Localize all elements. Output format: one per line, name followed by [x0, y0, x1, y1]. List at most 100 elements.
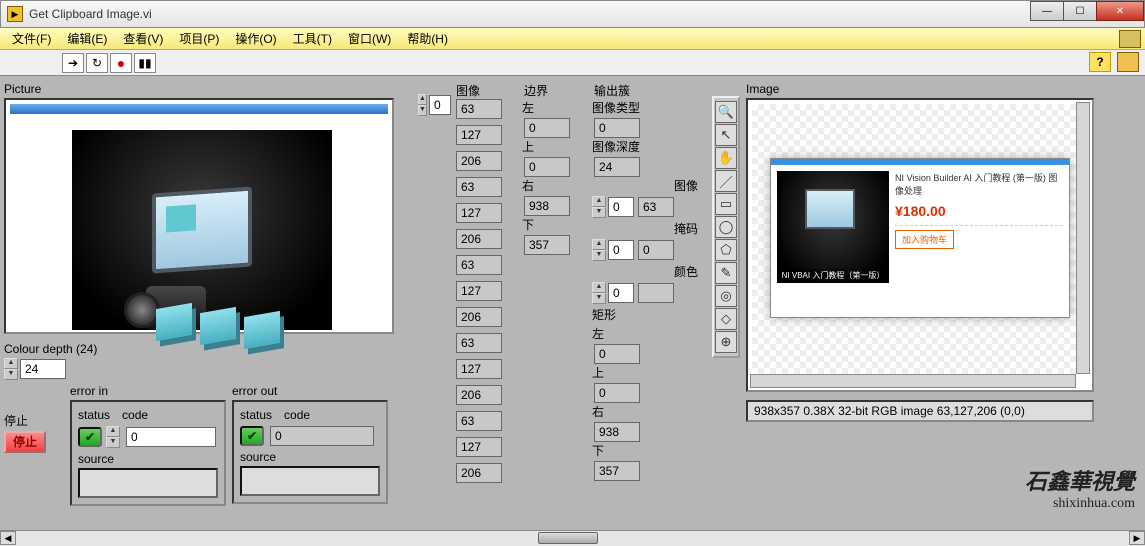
color-label: 颜色	[592, 263, 704, 280]
menu-view[interactable]: 查看(V)	[115, 28, 171, 49]
line-tool-icon[interactable]: ／	[715, 170, 737, 192]
run-button[interactable]: ➔	[62, 53, 84, 73]
zoom-tool-icon[interactable]: 🔍	[715, 101, 737, 123]
menu-tools[interactable]: 工具(T)	[285, 28, 340, 49]
image-sub-value: 63	[638, 197, 674, 217]
menu-help[interactable]: 帮助(H)	[399, 28, 456, 49]
annulus-tool-icon[interactable]: ◎	[715, 285, 737, 307]
color-spinner[interactable]: ▲▼	[592, 282, 606, 304]
window-titlebar: ▶ Get Clipboard Image.vi — ☐ ✕	[0, 0, 1145, 28]
panel-h-scrollbar[interactable]: ◀ ▶	[0, 530, 1145, 546]
pointer-tool-icon[interactable]: ↖	[715, 124, 737, 146]
zoom-fit-tool-icon[interactable]: ⊕	[715, 331, 737, 353]
image-array-item: 127	[456, 281, 502, 301]
status-label: status	[78, 408, 110, 422]
colour-depth-input[interactable]	[20, 359, 66, 379]
image-array-item: 127	[456, 125, 502, 145]
image-sub-spinner[interactable]: ▲▼	[592, 196, 606, 218]
polygon-tool-icon[interactable]: ⬠	[715, 239, 737, 261]
menu-project[interactable]: 项目(P)	[171, 28, 227, 49]
image-type-value: 0	[594, 118, 640, 138]
scroll-right-arrow[interactable]: ▶	[1129, 531, 1145, 545]
menu-edit[interactable]: 编辑(E)	[59, 28, 115, 49]
product-thumb: NI VBAI 入门教程（第一版）	[777, 171, 889, 283]
image-display[interactable]: NI VBAI 入门教程（第一版） NI Vision Builder AI 入…	[746, 98, 1094, 392]
image-array: 6312720663127206631272066312720663127206	[454, 99, 514, 483]
rect-tool-icon[interactable]: ▭	[715, 193, 737, 215]
image-depth-value: 24	[594, 157, 640, 177]
error-out-status-led: ✔	[240, 426, 264, 446]
mask-index[interactable]	[608, 240, 634, 260]
boundary-left: 0	[524, 118, 570, 138]
oval-tool-icon[interactable]: ◯	[715, 216, 737, 238]
image-h-scrollbar[interactable]	[750, 374, 1076, 388]
image-content: NI VBAI 入门教程（第一版） NI Vision Builder AI 入…	[770, 158, 1070, 318]
mask-spinner[interactable]: ▲▼	[592, 239, 606, 261]
image-array-item: 127	[456, 359, 502, 379]
front-panel: Picture Colour depth (24) ▲▼ 停止	[0, 76, 1145, 530]
menu-window[interactable]: 窗口(W)	[340, 28, 399, 49]
mask-value: 0	[638, 240, 674, 260]
vi-icon[interactable]	[1117, 52, 1139, 72]
clipboard-icon[interactable]	[1119, 30, 1141, 48]
watermark: 石鑫華視覺 shixinhua.com	[1025, 464, 1135, 512]
monitor-graphic	[152, 187, 252, 274]
image-status-line: 938x357 0.38X 32-bit RGB image 63,127,20…	[746, 400, 1094, 422]
picture-label: Picture	[4, 82, 410, 96]
error-in-status-led[interactable]: ✔	[78, 427, 102, 447]
image-v-scrollbar[interactable]	[1076, 102, 1090, 374]
output-cluster-label: 输出簇	[594, 84, 630, 98]
top-label: 上	[522, 138, 584, 155]
color-index[interactable]	[608, 283, 634, 303]
source-label: source	[240, 450, 380, 464]
rect-bottom-label: 下	[592, 442, 704, 459]
pause-button[interactable]: ▮▮	[134, 53, 156, 73]
watermark-name: 石鑫華視覺	[1025, 464, 1135, 496]
error-in-source[interactable]	[78, 468, 218, 498]
freehand-tool-icon[interactable]: ✎	[715, 262, 737, 284]
toolbar: ➔ ↻ ● ▮▮ ?	[0, 50, 1145, 76]
stop-button[interactable]: 停止	[4, 431, 46, 453]
run-continuous-button[interactable]: ↻	[86, 53, 108, 73]
scroll-left-arrow[interactable]: ◀	[0, 531, 16, 545]
image-array-item: 63	[456, 177, 502, 197]
picture-index-input[interactable]	[429, 95, 451, 115]
cube-graphic	[244, 311, 280, 349]
rect-right-label: 右	[592, 403, 704, 420]
help-icon[interactable]: ?	[1089, 52, 1111, 72]
code-label: code	[284, 408, 310, 422]
rect-label: 矩形	[592, 306, 704, 323]
menu-file[interactable]: 文件(F)	[4, 28, 59, 49]
cube-graphic	[156, 303, 192, 341]
image-display-label: Image	[746, 82, 1098, 96]
image-array-item: 127	[456, 203, 502, 223]
minimize-button[interactable]: —	[1030, 1, 1064, 21]
image-sub-index[interactable]	[608, 197, 634, 217]
image-array-item: 63	[456, 99, 502, 119]
image-tool-palette: 🔍 ↖ ✋ ／ ▭ ◯ ⬠ ✎ ◎ ◇ ⊕	[712, 96, 740, 358]
pan-tool-icon[interactable]: ✋	[715, 147, 737, 169]
close-button[interactable]: ✕	[1096, 1, 1144, 21]
abort-button[interactable]: ●	[110, 53, 132, 73]
maximize-button[interactable]: ☐	[1063, 1, 1097, 21]
app-icon: ▶	[7, 6, 23, 22]
image-array-label: 图像	[456, 84, 480, 98]
left-label: 左	[522, 99, 584, 116]
bottom-label: 下	[522, 216, 584, 233]
menu-operate[interactable]: 操作(O)	[227, 28, 284, 49]
error-out-source	[240, 466, 380, 496]
product-title: NI Vision Builder AI 入门教程 (第一版) 图像处理	[895, 171, 1063, 197]
picture-index-spinner[interactable]: ▲▼	[418, 94, 427, 116]
rect-bottom: 357	[594, 461, 640, 481]
image-array-item: 206	[456, 229, 502, 249]
image-canvas: NI VBAI 入门教程（第一版） NI Vision Builder AI 入…	[752, 104, 1076, 374]
rotated-rect-tool-icon[interactable]: ◇	[715, 308, 737, 330]
color-value	[638, 283, 674, 303]
error-in-code-spinner[interactable]: ▲▼	[106, 426, 120, 448]
colour-depth-spinner[interactable]: ▲▼	[4, 358, 18, 380]
error-in-code-input[interactable]	[126, 427, 216, 447]
add-to-cart-button: 加入购物车	[895, 230, 954, 249]
error-in-label: error in	[70, 384, 226, 398]
scroll-thumb[interactable]	[538, 532, 598, 544]
picture-indicator	[4, 98, 394, 334]
